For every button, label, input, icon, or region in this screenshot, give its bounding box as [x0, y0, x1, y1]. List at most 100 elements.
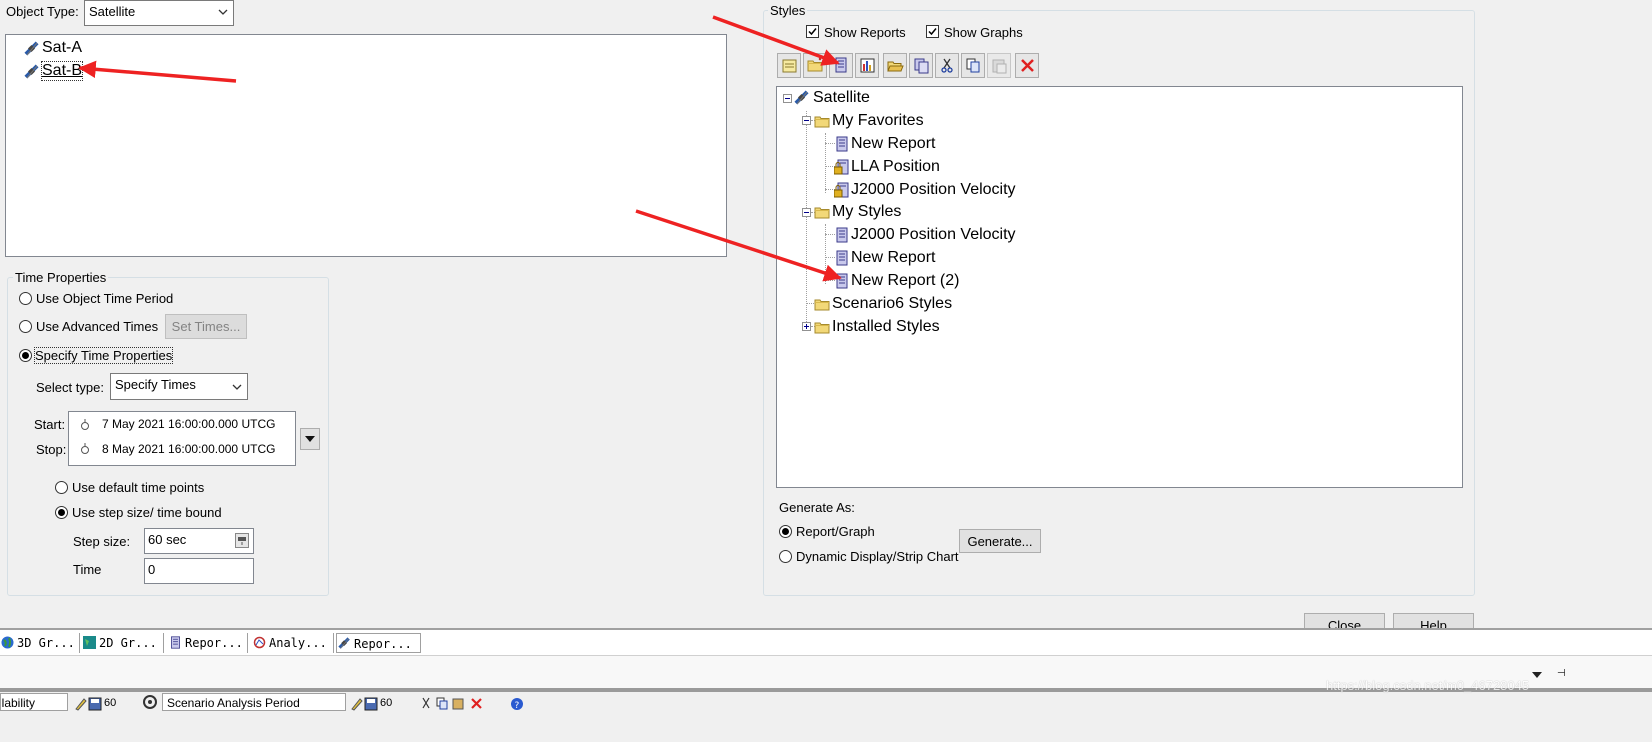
show-reports-checkbox[interactable] — [806, 25, 819, 38]
time-dropdown-button[interactable] — [300, 428, 320, 450]
open-button[interactable] — [883, 53, 907, 78]
gear-clock-icon[interactable] — [141, 694, 159, 710]
tree-item-my-j2000[interactable]: J2000 Position Velocity — [851, 226, 1016, 244]
new-report-style-button[interactable] — [829, 53, 853, 78]
use-default-time-points-label: Use default time points — [72, 480, 205, 495]
folder-icon — [814, 322, 830, 334]
use-object-time-period-radio[interactable] — [19, 292, 32, 305]
report-graph-radio[interactable] — [779, 525, 792, 538]
pencil-icon[interactable] — [74, 697, 88, 711]
properties-icon — [914, 58, 929, 74]
tree-item-fav-j2000[interactable]: J2000 Position Velocity — [851, 181, 1016, 199]
collapse-toggle[interactable] — [802, 116, 811, 125]
tab-label: 2D Gr... — [99, 636, 157, 650]
close-button-clip: Close — [1304, 613, 1385, 628]
tree-item-new-report-2[interactable]: New Report (2) — [851, 272, 959, 290]
analysis-icon — [253, 636, 266, 649]
help-button[interactable]: Help — [1393, 613, 1474, 628]
delete-button[interactable] — [1015, 53, 1039, 78]
copy-icon[interactable] — [436, 697, 449, 710]
select-type-label: Select type: — [36, 380, 104, 395]
clock-icon — [81, 419, 89, 430]
help-icon[interactable]: ? — [510, 697, 524, 711]
specify-time-properties-radio[interactable] — [19, 349, 32, 362]
styles-title: Styles — [768, 3, 808, 18]
time-input[interactable]: 0 — [144, 558, 254, 584]
delete-x-icon — [1021, 59, 1034, 72]
scenario-period-field[interactable]: Scenario Analysis Period — [162, 693, 346, 711]
object-list[interactable]: Sat-A Sat-B — [5, 34, 727, 257]
watermark: https://blog.csdn.net/m0_46728045 — [1326, 678, 1530, 693]
time-interval-box[interactable]: 7 May 2021 16:00:00.000 UTCG 8 May 2021 … — [68, 411, 296, 466]
set-times-button[interactable]: Set Times... — [165, 314, 247, 339]
triangle-down-icon[interactable] — [1532, 672, 1542, 679]
paste-button[interactable] — [987, 53, 1011, 78]
step-size-input[interactable]: 60 sec — [144, 528, 254, 554]
new-folder-button[interactable] — [803, 53, 827, 78]
paste-icon[interactable] — [452, 697, 465, 710]
new-report-button[interactable] — [777, 53, 801, 78]
checkmark-icon — [928, 28, 937, 36]
show-reports-label: Show Reports — [824, 25, 906, 40]
pin-icon[interactable]: ⊣ — [1557, 668, 1566, 679]
select-type-value: Specify Times — [115, 377, 196, 392]
scissors-icon[interactable] — [420, 697, 432, 709]
use-advanced-times-radio[interactable] — [19, 320, 32, 333]
step-value-1: 60 — [104, 697, 117, 709]
show-graphs-checkbox[interactable] — [926, 25, 939, 38]
tab-3d-graphics[interactable]: 3D Gr... — [0, 633, 80, 653]
report-style-icon — [835, 57, 847, 73]
tab-report-active[interactable]: Repor... — [336, 633, 421, 653]
unit-picker-icon[interactable] — [235, 533, 249, 548]
open-folder-icon — [887, 61, 904, 72]
folder-icon — [814, 207, 830, 219]
object-type-select[interactable]: Satellite — [84, 0, 234, 26]
new-graph-style-button[interactable] — [855, 53, 879, 78]
time-label: Time — [73, 562, 102, 577]
report-icon — [836, 227, 848, 243]
object-type-label: Object Type: — [6, 4, 79, 19]
cut-button[interactable] — [935, 53, 959, 78]
tree-item-my-new-report[interactable]: New Report — [851, 249, 935, 267]
use-object-time-period-label: Use Object Time Period — [36, 291, 174, 306]
use-step-size-radio[interactable] — [55, 506, 68, 519]
new-report-icon — [782, 59, 797, 73]
satellite-icon — [24, 64, 40, 80]
tree-root-satellite[interactable]: Satellite — [813, 89, 870, 107]
step-size-value: 60 sec — [148, 532, 187, 547]
tab-label: Repor... — [354, 637, 412, 651]
tree-folder-my-styles[interactable]: My Styles — [832, 203, 901, 221]
graph-style-icon — [860, 58, 875, 73]
collapse-toggle[interactable] — [802, 208, 811, 217]
tab-report-1[interactable]: Repor... — [168, 633, 248, 653]
start-time-value[interactable]: 7 May 2021 16:00:00.000 UTCG — [102, 417, 275, 431]
tree-folder-scenario-styles[interactable]: Scenario6 Styles — [832, 295, 952, 313]
properties-button[interactable] — [909, 53, 933, 78]
copy-button[interactable] — [961, 53, 985, 78]
help-button-clip: Help — [1393, 613, 1474, 628]
tab-2d-graphics[interactable]: 2D Gr... — [82, 633, 164, 653]
close-button[interactable]: Close — [1304, 613, 1385, 628]
pencil-icon[interactable] — [350, 697, 364, 711]
stop-time-value[interactable]: 8 May 2021 16:00:00.000 UTCG — [102, 442, 275, 456]
use-step-size-label: Use step size/ time bound — [72, 505, 222, 520]
tree-folder-installed-styles[interactable]: Installed Styles — [832, 318, 940, 336]
clock-icon — [81, 443, 89, 454]
tab-analysis[interactable]: Analy... — [252, 633, 334, 653]
time-properties-title: Time Properties — [13, 270, 109, 285]
tree-folder-my-favorites[interactable]: My Favorites — [832, 112, 924, 130]
use-default-time-points-radio[interactable] — [55, 481, 68, 494]
disk-icon[interactable] — [364, 697, 378, 711]
globe-icon — [1, 636, 14, 649]
select-type-select[interactable]: Specify Times — [110, 373, 248, 400]
generate-button[interactable]: Generate... — [959, 529, 1041, 553]
dynamic-display-radio[interactable] — [779, 550, 792, 563]
expand-toggle[interactable] — [802, 322, 811, 331]
availability-field[interactable]: ilability — [0, 693, 68, 711]
delete-x-icon[interactable] — [470, 697, 483, 710]
disk-icon[interactable] — [88, 697, 102, 711]
collapse-toggle[interactable] — [783, 94, 792, 103]
styles-tree[interactable]: Satellite My Favorites New Report LLA Po… — [776, 86, 1463, 488]
tree-item-fav-new-report[interactable]: New Report — [851, 135, 935, 153]
tree-item-lla-position[interactable]: LLA Position — [851, 158, 940, 176]
